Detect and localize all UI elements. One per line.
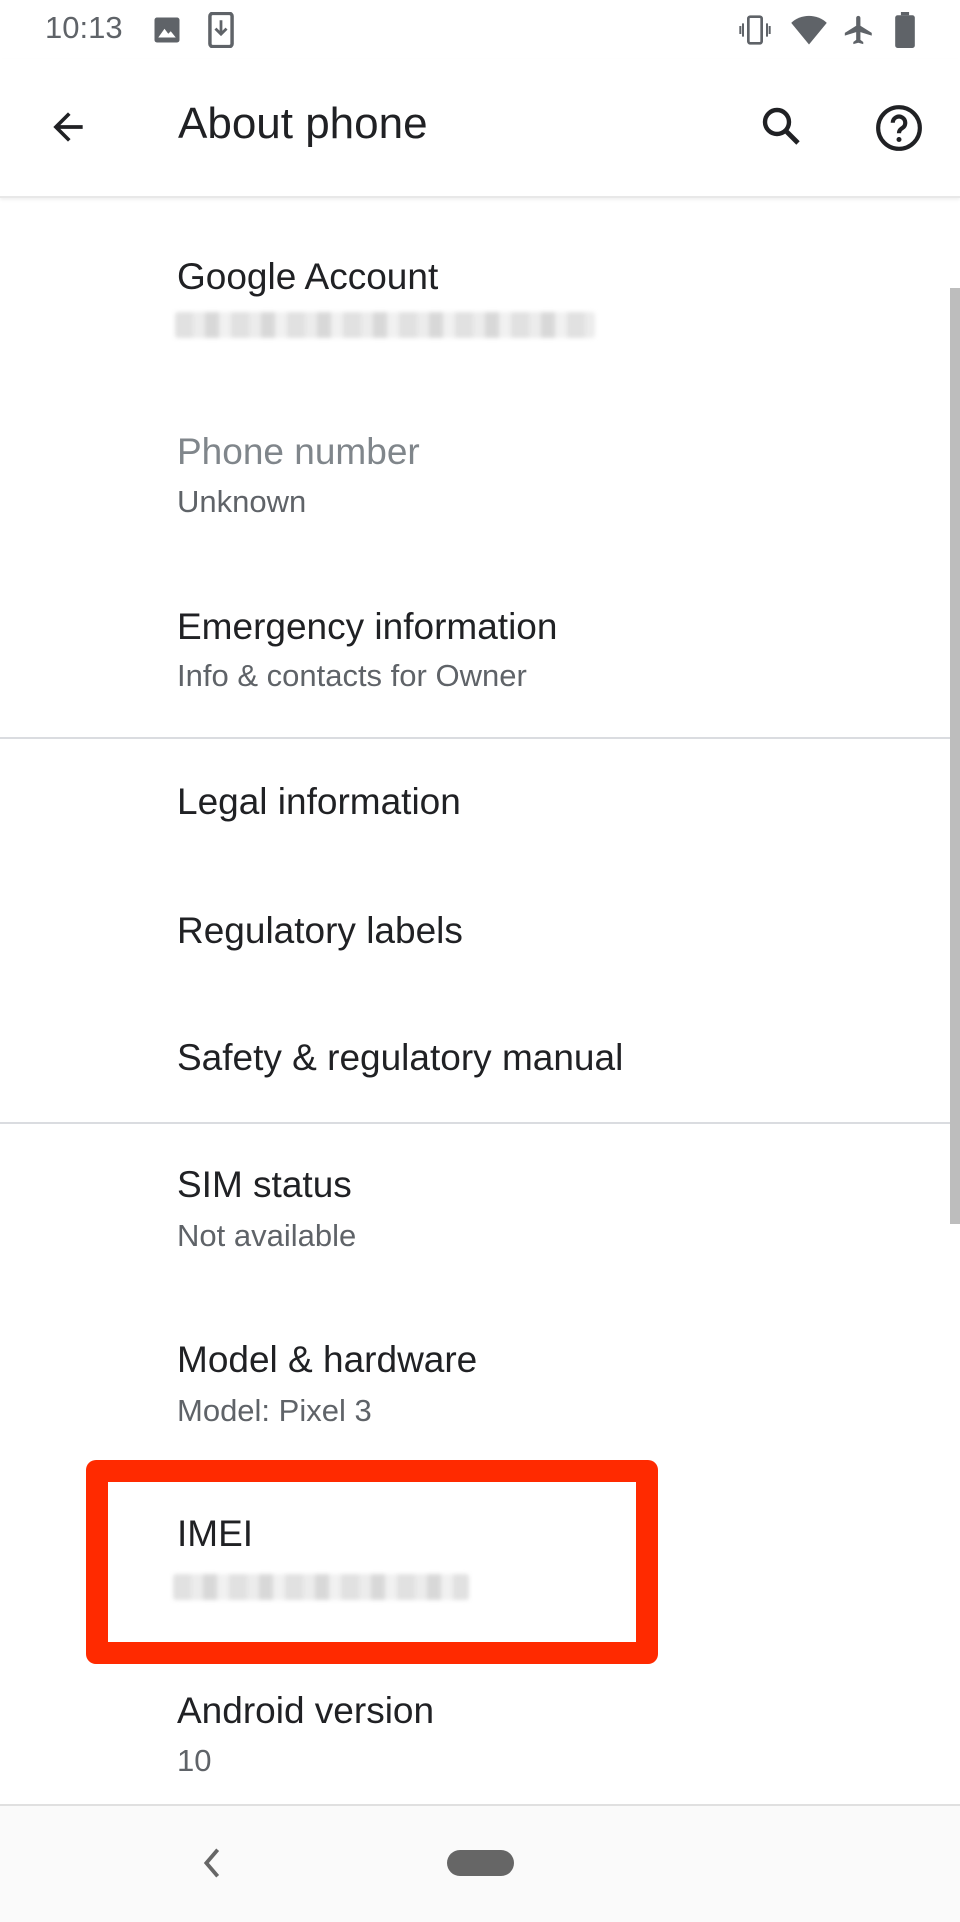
- navigation-bar: [0, 1804, 960, 1922]
- scrollbar[interactable]: [950, 288, 960, 1224]
- item-summary: Not available: [177, 1218, 357, 1253]
- home-pill-icon[interactable]: [447, 1850, 514, 1876]
- wifi-icon: [791, 15, 827, 45]
- page-title: About phone: [178, 99, 428, 148]
- item-title: Legal information: [177, 781, 461, 822]
- item-title: Phone number: [177, 431, 420, 472]
- status-bar: 10:13: [0, 0, 960, 59]
- chevron-left-icon[interactable]: [200, 1846, 224, 1880]
- divider: [0, 1122, 960, 1124]
- airplane-icon: [844, 15, 872, 45]
- item-summary: 10: [177, 1743, 212, 1778]
- image-icon: [154, 17, 180, 43]
- toolbar: About phone: [0, 59, 960, 198]
- divider: [0, 737, 960, 739]
- arrow-back-icon[interactable]: [46, 105, 90, 149]
- help-icon[interactable]: [874, 103, 924, 153]
- status-time: 10:13: [45, 10, 123, 45]
- battery-icon: [895, 12, 915, 48]
- download-icon: [208, 12, 234, 48]
- item-title: SIM status: [177, 1164, 352, 1205]
- redacted-email: [175, 312, 595, 338]
- vibrate-icon: [739, 15, 771, 45]
- item-title: Emergency information: [177, 606, 558, 647]
- item-summary: Unknown: [177, 484, 307, 519]
- item-summary: Model: Pixel 3: [177, 1393, 372, 1428]
- item-title: Google Account: [177, 256, 439, 297]
- item-title: Model & hardware: [177, 1339, 478, 1380]
- item-title: Regulatory labels: [177, 910, 463, 951]
- item-summary: Info & contacts for Owner: [177, 658, 527, 693]
- item-title: Safety & regulatory manual: [177, 1037, 624, 1078]
- highlight-box: [86, 1460, 658, 1664]
- item-title: Android version: [177, 1690, 435, 1731]
- search-icon[interactable]: [758, 103, 806, 151]
